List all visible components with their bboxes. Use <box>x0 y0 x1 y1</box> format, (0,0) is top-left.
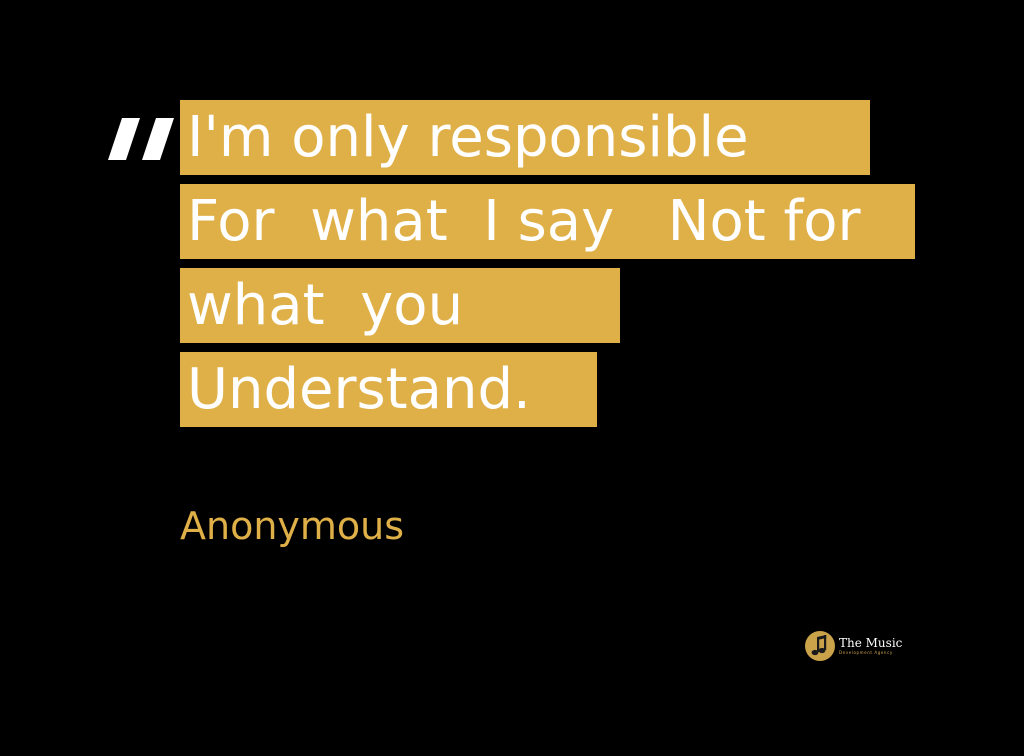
quote-mark-icon <box>108 118 174 160</box>
music-note-icon <box>805 631 835 661</box>
quote-line-1: I'm only responsible <box>180 100 870 175</box>
agency-logo: The Music Development Agency <box>804 630 902 662</box>
logo-name: The Music <box>839 635 903 650</box>
quote-line-3: what you <box>180 268 620 343</box>
quote-line-4: Understand. <box>180 352 597 427</box>
logo-subtitle: Development Agency <box>839 649 893 655</box>
quote-attribution: Anonymous <box>180 504 405 548</box>
quote-line-2: For what I say Not for <box>180 184 915 259</box>
